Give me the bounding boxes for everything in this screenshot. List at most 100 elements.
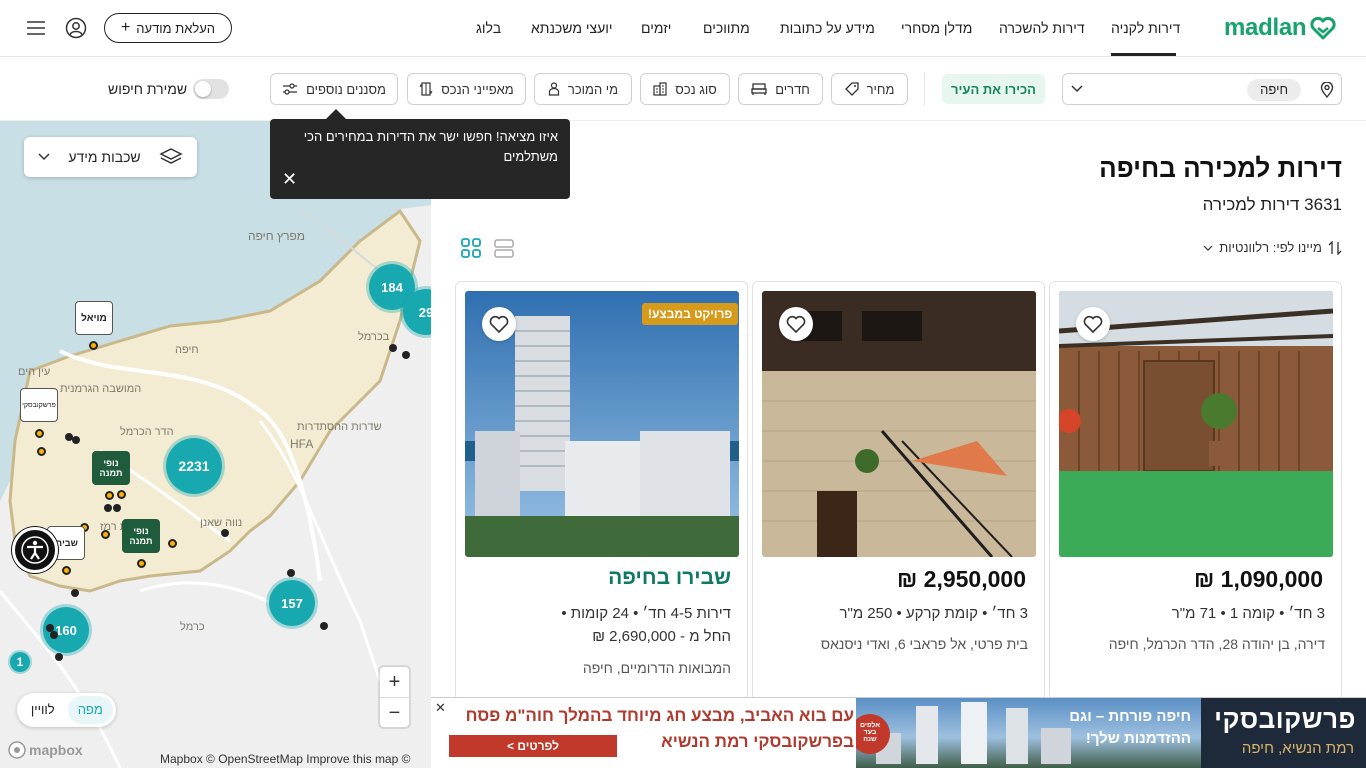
map-label: מפרץ חיפה <box>248 229 306 243</box>
mapbox-logo: mapbox <box>8 741 83 759</box>
map-pin[interactable] <box>37 447 46 456</box>
map-label: עין הים <box>18 366 51 378</box>
filter-property-features-button[interactable]: מאפייני הנכס <box>407 73 526 105</box>
sort-dropdown[interactable]: מיינו לפי: רלוונטיות <box>1203 240 1342 255</box>
map-pin[interactable] <box>389 344 397 352</box>
ad-banner[interactable]: ✕ עם בוא האביב, מבצע חג מיוחד בהמלך חוה"… <box>431 697 1366 768</box>
map-pin[interactable] <box>137 559 146 568</box>
map-panel[interactable]: מפרץ חיפה חיפה עין הים המושבה הגרמנית הד… <box>0 121 431 768</box>
project-marker[interactable]: מויאל <box>75 301 113 335</box>
close-icon[interactable]: ✕ <box>435 700 446 716</box>
map-pin[interactable] <box>320 622 328 630</box>
zoom-in-button[interactable]: + <box>380 667 409 697</box>
zoom-out-button[interactable]: − <box>380 697 409 727</box>
project-marker-label: נופי תמנה <box>129 526 153 546</box>
toggle-knob <box>195 81 211 97</box>
map-pin[interactable] <box>89 341 98 350</box>
map-cluster[interactable]: 2231 <box>163 435 225 497</box>
ad-brand-name: פרשקובסקי <box>1214 704 1356 734</box>
nav-item-buy[interactable]: דירות לקניה <box>1111 20 1180 36</box>
map-pin[interactable] <box>72 436 80 444</box>
close-icon[interactable]: ✕ <box>282 169 297 189</box>
list-view-icon[interactable] <box>494 238 514 258</box>
favorite-heart-icon[interactable] <box>779 307 813 341</box>
plus-icon: + <box>120 19 131 36</box>
learn-city-button[interactable]: הכירו את העיר <box>942 74 1045 104</box>
madlan-logo[interactable]: madlan <box>1224 14 1336 42</box>
ad-cta-button[interactable]: לפרטים > <box>449 735 617 757</box>
nav-item-address-info[interactable]: מידע על כתובות <box>780 20 875 36</box>
save-search-toggle[interactable] <box>193 79 229 99</box>
map-cluster[interactable]: 157 <box>266 577 318 629</box>
map-pin[interactable] <box>287 569 295 577</box>
results-count: 3631 דירות למכירה <box>1202 195 1342 214</box>
layers-icon <box>159 148 183 164</box>
project-photo[interactable]: פרויקט במבצע! <box>465 291 739 557</box>
project-marker[interactable]: פרשקובסקי <box>20 388 58 422</box>
map-pin[interactable] <box>55 653 63 661</box>
map-pin[interactable] <box>105 491 114 500</box>
project-card[interactable]: פרויקט במבצע! שבירו בחיפה דירות 4-5 חד׳ … <box>455 281 748 701</box>
city-chip[interactable]: חיפה <box>1247 79 1301 101</box>
nav-item-rent[interactable]: דירות להשכרה <box>999 20 1085 36</box>
user-circle-icon[interactable] <box>64 16 88 40</box>
map-label: הדר הכרמל <box>120 426 174 438</box>
favorite-heart-icon[interactable] <box>1076 307 1110 341</box>
map-pin[interactable] <box>101 530 110 539</box>
filter-property-type-button[interactable]: סוג נכס <box>640 73 730 105</box>
filter-more-button[interactable]: מסננים נוספים <box>270 73 398 105</box>
location-search-input[interactable]: חיפה <box>1062 73 1342 105</box>
nav-item-mortgage[interactable]: יועצי משכנתא <box>531 20 613 36</box>
map-pin[interactable] <box>104 504 112 512</box>
project-marker[interactable]: נופי תמנה <box>92 451 130 485</box>
listing-details: 3 חד׳ • קומת קרקע • 250 מ"ר <box>839 605 1028 622</box>
map-pin[interactable] <box>62 566 71 575</box>
map-pin[interactable] <box>221 529 229 537</box>
accessibility-icon[interactable] <box>12 527 58 573</box>
satellite-view-option[interactable]: לוויין <box>20 696 66 724</box>
logo-text: madlan <box>1224 14 1307 41</box>
post-ad-button[interactable]: העלאת מודעה + <box>104 13 232 43</box>
listing-card[interactable]: 2,950,000 ₪ 3 חד׳ • קומת קרקע • 250 מ"ר … <box>752 281 1045 701</box>
grid-view-icon[interactable] <box>461 238 481 258</box>
save-search-label: שמירת חיפוש <box>108 81 188 97</box>
person-icon <box>548 82 559 96</box>
listing-photo[interactable] <box>1059 291 1333 557</box>
map-view-option[interactable]: מפה <box>67 696 113 724</box>
filter-rooms-label: חדרים <box>775 81 810 97</box>
map-label: בכרמל <box>358 331 390 343</box>
nav-item-agents[interactable]: מתווכים <box>703 20 750 36</box>
map-pin[interactable] <box>168 539 177 548</box>
hamburger-menu-icon[interactable] <box>26 18 46 38</box>
bed-icon <box>751 83 767 95</box>
map-pin[interactable] <box>117 490 126 499</box>
listing-card[interactable]: 1,090,000 ₪ 3 חד׳ • קומה 1 • 71 מ"ר דירה… <box>1049 281 1342 701</box>
ad-brand-sub: רמת הנשיא, חיפה <box>1241 740 1354 757</box>
filter-rooms-button[interactable]: חדרים <box>738 73 823 105</box>
post-ad-label: העלאת מודעה <box>136 20 216 36</box>
listing-photo[interactable] <box>762 291 1036 557</box>
project-marker-label: נופי תמנה <box>99 458 123 478</box>
price-tag-icon <box>844 82 859 96</box>
filter-seller-button[interactable]: מי המוכר <box>534 73 632 105</box>
filter-price-button[interactable]: מחיר <box>831 73 908 105</box>
mapbox-icon <box>8 741 26 759</box>
nav-item-developers[interactable]: יזמים <box>641 20 671 36</box>
filter-price-label: מחיר <box>866 81 895 97</box>
map-pin[interactable] <box>402 351 410 359</box>
map-layers-button[interactable]: שכבות מידע <box>24 137 197 177</box>
nav-item-blog[interactable]: בלוג <box>476 20 501 36</box>
map-pin[interactable] <box>71 589 79 597</box>
chevron-down-icon[interactable] <box>1071 85 1083 93</box>
mapbox-text: mapbox <box>29 742 83 758</box>
nav-item-commercial[interactable]: מדלן מסחרי <box>901 20 972 36</box>
map-cluster[interactable]: 1 <box>8 650 32 674</box>
map-pin[interactable] <box>113 504 121 512</box>
favorite-heart-icon[interactable] <box>482 307 516 341</box>
sliders-icon <box>283 83 298 95</box>
map-pin[interactable] <box>35 429 44 438</box>
ad-stamp: אלפים בעד שנה <box>859 722 881 743</box>
map-pin[interactable] <box>50 631 58 639</box>
map-attribution[interactable]: Mapbox © OpenStreetMap Improve this map … <box>160 752 410 766</box>
project-marker[interactable]: נופי תמנה <box>122 519 160 553</box>
